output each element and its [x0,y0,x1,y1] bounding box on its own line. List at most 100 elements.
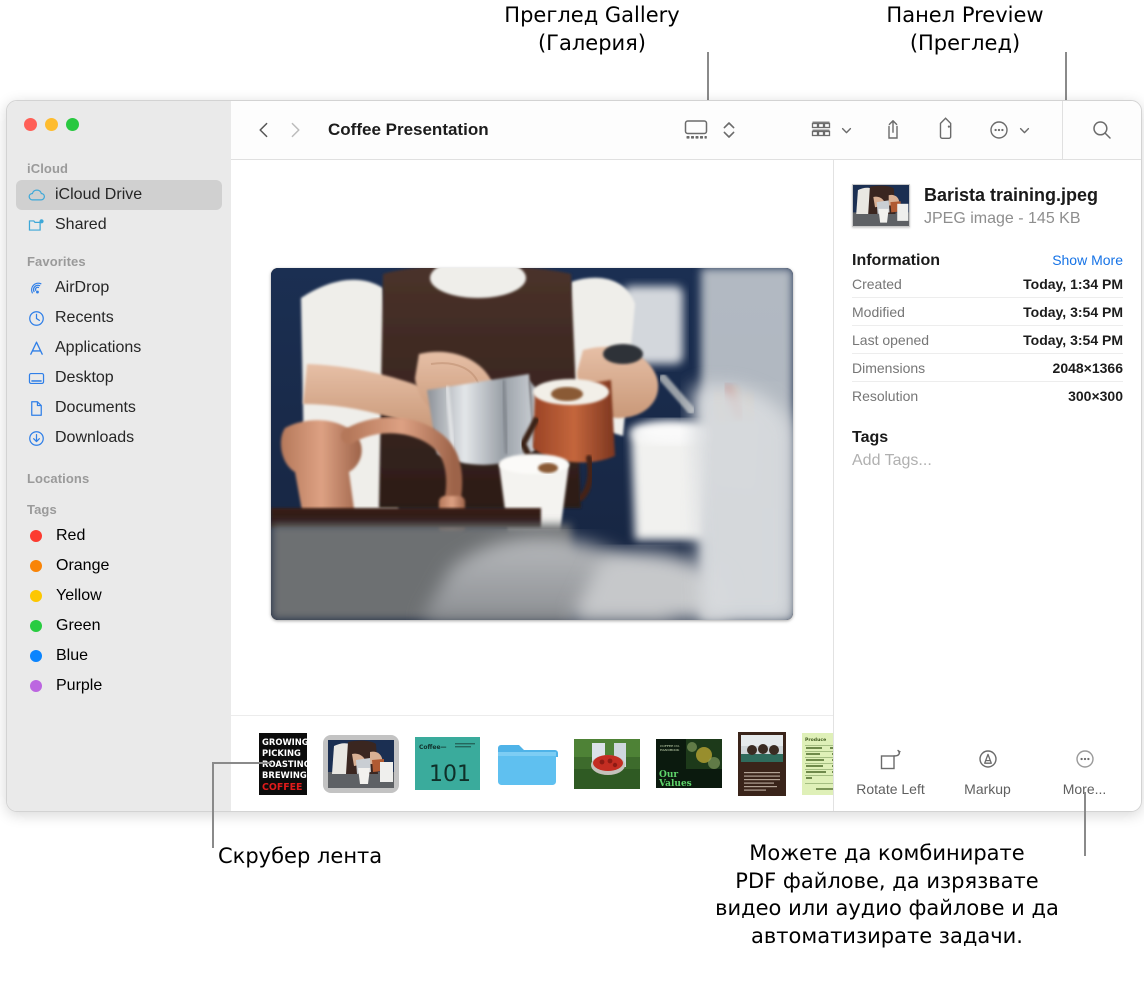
info-row-last-opened: Last opened Today, 3:54 PM [852,326,1123,354]
clock-icon [27,309,46,328]
thumbnail-produce-spreadsheet[interactable]: Produce [802,732,833,795]
sidebar-tag-orange[interactable]: Orange [16,551,222,581]
svg-text:Values: Values [658,779,692,788]
preview-file-header: Barista training.jpeg JPEG image - 145 K… [834,160,1141,228]
info-key: Created [852,275,902,292]
svg-text:COFFEE: COFFEE [262,782,302,793]
view-stepper-button[interactable] [716,113,742,147]
information-title: Information [852,251,940,269]
sidebar-item-downloads[interactable]: Downloads [16,423,222,453]
info-value: 300×300 [1068,387,1123,404]
sidebar-tag-label: Purple [56,677,103,694]
sidebar-tag-blue[interactable]: Blue [16,641,222,671]
callout-preview-text: Панел Preview (Преглед) [886,3,1044,55]
thumbnail-barista-training-photo[interactable] [323,734,399,793]
scrubber-strip[interactable]: GROWING PICKING ROASTING BREWING COFFEE [231,715,833,811]
page-title: Coffee Presentation [328,120,489,139]
callout-scrubber-line-horizontal [212,762,272,764]
preview-actions: Rotate Left Markup More... [834,748,1141,811]
sidebar-item-airdrop[interactable]: AirDrop [16,273,222,303]
airdrop-icon [27,279,46,298]
sidebar-item-shared[interactable]: Shared [16,210,222,240]
thumbnail-cherry-harvest-photo[interactable] [574,738,640,789]
thumbnail-blue-folder[interactable] [496,739,558,789]
sidebar-section-title: Locations [27,471,90,486]
search-button[interactable] [1063,101,1141,160]
sidebar-item-label: Downloads [55,429,135,446]
preview-pane: Barista training.jpeg JPEG image - 145 K… [833,160,1141,811]
thumbnail-coffee-101-slide[interactable]: Coffee— 101 [415,737,480,790]
group-items-button[interactable] [804,113,858,147]
zoom-button[interactable] [66,118,79,131]
sidebar-item-label: Documents [55,399,136,416]
sidebar-item-label: iCloud Drive [55,186,143,203]
preview-file-kind: JPEG image - 145 KB [924,209,1081,227]
downloads-icon [27,429,46,448]
info-value: 2048×1366 [1052,359,1123,376]
preview-file-meta: Barista training.jpeg JPEG image - 145 K… [924,184,1098,228]
add-tags-field[interactable]: Add Tags... [852,452,1123,470]
info-key: Dimensions [852,359,926,376]
show-more-link[interactable]: Show More [1052,252,1123,268]
info-value: Today, 3:54 PM [1023,331,1123,348]
tag-color-dot [30,590,42,602]
sidebar-item-applications[interactable]: Applications [16,333,222,363]
hero-image[interactable] [271,267,793,620]
back-button[interactable] [253,119,275,141]
view-controls [676,113,742,147]
nav-buttons [231,119,306,141]
tag-color-dot [30,650,42,662]
tag-color-dot [30,560,42,572]
info-row-modified: Modified Today, 3:54 PM [852,298,1123,326]
sidebar-section-title: Tags [27,502,57,517]
preview-tags-section: Tags Add Tags... [834,429,1141,470]
sidebar-tag-purple[interactable]: Purple [16,671,222,701]
more-actions-button[interactable] [982,113,1036,147]
minimize-button[interactable] [45,118,58,131]
document-icon [27,399,46,418]
thumbnail-our-values-card[interactable]: COFFEE CO. HANDBOOK Our Values [656,739,722,788]
desktop-icon [27,369,46,388]
markup-button[interactable]: Markup [942,748,1034,797]
callout-more-text: Можете да комбинирате PDF файлове, да из… [715,841,1059,949]
info-key: Last opened [852,331,930,348]
gallery-view-button[interactable] [676,113,716,147]
svg-text:BREWING: BREWING [262,770,307,780]
sidebar-item-recents[interactable]: Recents [16,303,222,333]
info-value: Today, 3:54 PM [1023,303,1123,320]
appstore-icon [27,339,46,358]
sidebar-section-favorites: Favorites AirDrop Recents Applications D… [7,254,231,453]
sidebar-section-title: Favorites [27,254,86,269]
info-row-resolution: Resolution 300×300 [852,382,1123,409]
sidebar-tag-yellow[interactable]: Yellow [16,581,222,611]
svg-text:GROWING: GROWING [262,737,307,747]
info-value: Today, 1:34 PM [1023,275,1123,292]
sidebar-item-documents[interactable]: Documents [16,393,222,423]
sidebar-section-icloud: iCloud iCloud Drive Shared [7,161,231,240]
action-label: Markup [964,781,1011,797]
callout-scrubber-line-vertical [212,762,214,848]
shared-folder-icon [27,216,46,235]
close-button[interactable] [24,118,37,131]
more-button[interactable]: More... [1039,748,1131,797]
edit-tags-button[interactable] [928,113,964,147]
forward-button[interactable] [284,119,306,141]
thumbnail-cafe-meeting-document[interactable] [738,731,786,796]
preview-file-name: Barista training.jpeg [924,185,1099,205]
sidebar-item-label: Shared [55,216,107,233]
sidebar-tag-label: Blue [56,647,89,664]
more-circle-icon [1075,750,1094,768]
tag-color-dot [30,620,42,632]
rotate-left-button[interactable]: Rotate Left [845,748,937,797]
svg-text:HANDBOOK: HANDBOOK [660,748,680,752]
sidebar-tag-green[interactable]: Green [16,611,222,641]
sidebar-item-label: Applications [55,339,142,356]
toolbar: Coffee Presentation [231,101,1141,160]
sidebar-tag-red[interactable]: Red [16,521,222,551]
sidebar-item-desktop[interactable]: Desktop [16,363,222,393]
callout-more-line [1084,792,1086,856]
tag-color-dot [30,680,42,692]
sidebar-item-icloud-drive[interactable]: iCloud Drive [16,180,222,210]
share-button[interactable] [876,113,910,147]
svg-text:101: 101 [429,762,471,787]
